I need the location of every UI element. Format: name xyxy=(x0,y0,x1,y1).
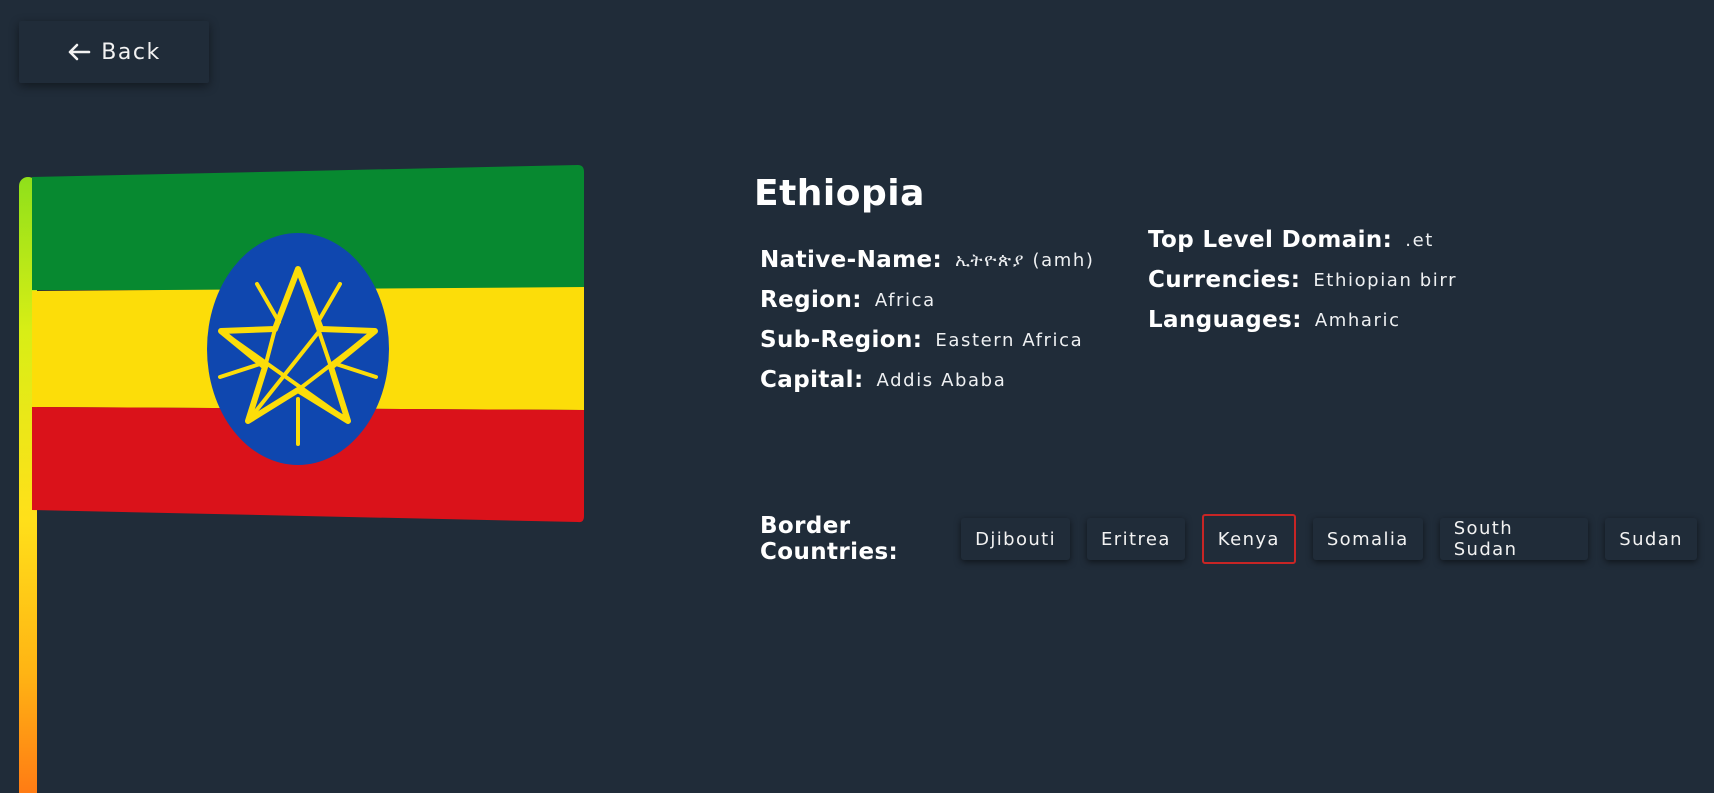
currencies-row: Currencies: Ethiopian birr xyxy=(1148,260,1457,300)
currencies-value: Ethiopian birr xyxy=(1313,269,1458,291)
languages-row: Languages: Amharic xyxy=(1148,300,1457,340)
country-detail-page: Back Ethiopia Native-Name: ኢትዮጵያ (amh) R… xyxy=(0,0,1714,793)
capital-row: Capital: Addis Ababa xyxy=(760,360,1095,400)
back-button-label: Back xyxy=(101,39,161,65)
border-country-button[interactable]: Somalia xyxy=(1312,518,1423,560)
country-flag xyxy=(32,165,584,523)
secondary-info: Top Level Domain: .et Currencies: Ethiop… xyxy=(1148,220,1457,340)
primary-info: Native-Name: ኢትዮጵያ (amh) Region: Africa … xyxy=(760,240,1095,400)
border-country-button[interactable]: Sudan xyxy=(1605,518,1697,560)
capital-label: Capital: xyxy=(760,367,864,393)
subregion-row: Sub-Region: Eastern Africa xyxy=(760,320,1095,360)
subregion-label: Sub-Region: xyxy=(760,327,923,353)
region-value: Africa xyxy=(874,289,936,311)
flag-display xyxy=(0,150,600,793)
region-label: Region: xyxy=(760,287,862,313)
languages-label: Languages: xyxy=(1148,307,1302,333)
subregion-value: Eastern Africa xyxy=(935,329,1084,351)
languages-value: Amharic xyxy=(1314,309,1401,331)
capital-value: Addis Ababa xyxy=(876,369,1007,391)
tld-label: Top Level Domain: xyxy=(1148,227,1393,253)
border-country-button[interactable]: Eritrea xyxy=(1087,518,1185,560)
native-name-value: ኢትዮጵያ (amh) xyxy=(955,249,1095,271)
border-country-button-selected[interactable]: Kenya xyxy=(1201,514,1296,564)
border-countries-label: Border Countries: xyxy=(760,513,899,565)
tld-value: .et xyxy=(1405,229,1434,251)
border-country-button[interactable]: Djibouti xyxy=(961,518,1071,560)
country-name: Ethiopia xyxy=(754,173,925,214)
arrow-left-icon xyxy=(68,43,91,61)
border-countries: Border Countries: Djibouti Eritrea Kenya… xyxy=(760,513,1714,565)
back-button[interactable]: Back xyxy=(19,21,209,83)
native-name-label: Native-Name: xyxy=(760,247,943,273)
tld-row: Top Level Domain: .et xyxy=(1148,220,1457,260)
region-row: Region: Africa xyxy=(760,280,1095,320)
native-name-row: Native-Name: ኢትዮጵያ (amh) xyxy=(760,240,1095,280)
border-country-button[interactable]: South Sudan xyxy=(1439,518,1589,560)
currencies-label: Currencies: xyxy=(1148,267,1301,293)
